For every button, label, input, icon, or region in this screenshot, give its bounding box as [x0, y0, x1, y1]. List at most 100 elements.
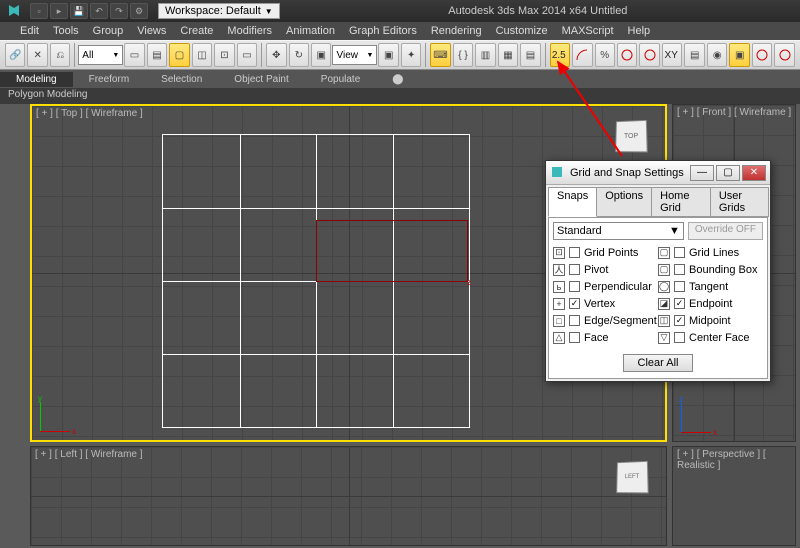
view-cube-face[interactable]: TOP	[615, 120, 648, 153]
unlink-icon[interactable]: ✕	[27, 43, 47, 67]
snap-checkbox[interactable]	[569, 298, 580, 309]
select-object-icon[interactable]: ▭	[124, 43, 144, 67]
snap-type-icon: ◯	[658, 281, 670, 293]
menu-views[interactable]: Views	[137, 25, 166, 37]
snap-checkbox[interactable]	[569, 247, 580, 258]
view-cube[interactable]: LEFT	[608, 453, 656, 501]
ribbon-toggle-icon[interactable]: ⬤	[376, 72, 419, 87]
override-button[interactable]: Override OFF	[688, 222, 763, 240]
render-frame-icon[interactable]	[774, 43, 794, 67]
snap-checkbox[interactable]	[569, 281, 580, 292]
qat-save-icon[interactable]: 💾	[70, 3, 88, 19]
view-cube[interactable]: TOP	[607, 112, 655, 160]
move-icon[interactable]: ✥	[266, 43, 286, 67]
workspace-selector[interactable]: Workspace: Default ▼	[158, 3, 280, 19]
snap-checkbox[interactable]	[674, 247, 685, 258]
layers-icon[interactable]: ▤	[520, 43, 540, 67]
edged-faces-icon[interactable]	[639, 43, 659, 67]
viewport-perspective-label[interactable]: [ + ] [ Perspective ] [ Realistic ]	[677, 449, 795, 471]
select-paint-icon[interactable]: ⊡	[214, 43, 234, 67]
snap-row-tangent: ◯Tangent	[658, 278, 763, 295]
select-name-icon[interactable]: ▤	[147, 43, 167, 67]
snap-checkbox[interactable]	[569, 332, 580, 343]
ribbon-tab-populate[interactable]: Populate	[305, 72, 376, 87]
select-rectangle-icon[interactable]: ▢	[169, 43, 189, 67]
named-selection-icon[interactable]: { }	[453, 43, 473, 67]
render-setup-icon[interactable]: ▣	[729, 43, 749, 67]
percent-snap-icon[interactable]: %	[595, 43, 615, 67]
snap-checkbox[interactable]	[674, 281, 685, 292]
manipulate-icon[interactable]: ✦	[401, 43, 421, 67]
menu-group[interactable]: Group	[93, 25, 124, 37]
qat-redo-icon[interactable]: ↷	[110, 3, 128, 19]
snap-label: Center Face	[689, 332, 750, 344]
qat-open-icon[interactable]: ▸	[50, 3, 68, 19]
dialog-title: Grid and Snap Settings	[570, 167, 684, 179]
viewport-front-label[interactable]: [ + ] [ Front ] [ Wireframe ]	[677, 107, 791, 118]
material-icon[interactable]: ◉	[707, 43, 727, 67]
render-icon[interactable]	[752, 43, 772, 67]
snap-label: Vertex	[584, 298, 615, 310]
snap-checkbox[interactable]	[674, 264, 685, 275]
menu-animation[interactable]: Animation	[286, 25, 335, 37]
menu-edit[interactable]: Edit	[20, 25, 39, 37]
rectangle-shape[interactable]: z	[316, 220, 468, 282]
mirror-icon[interactable]: ▥	[475, 43, 495, 67]
clear-all-button[interactable]: Clear All	[623, 354, 694, 372]
ref-coord-system[interactable]: View▼	[332, 45, 377, 65]
snap-checkbox[interactable]	[674, 315, 685, 326]
menu-maxscript[interactable]: MAXScript	[562, 25, 614, 37]
snap-set-dropdown[interactable]: Standard▼	[553, 222, 684, 240]
pivot-center-icon[interactable]: ▣	[378, 43, 398, 67]
spinner-snap-icon[interactable]	[617, 43, 637, 67]
menu-create[interactable]: Create	[180, 25, 213, 37]
tab-user-grids[interactable]: User Grids	[710, 187, 769, 217]
schematic-icon[interactable]: ▤	[684, 43, 704, 67]
angle-snap-icon[interactable]	[572, 43, 592, 67]
viewport-left-label[interactable]: [ + ] [ Left ] [ Wireframe ]	[35, 449, 143, 460]
menu-tools[interactable]: Tools	[53, 25, 79, 37]
minimize-button[interactable]: —	[690, 165, 714, 181]
menu-rendering[interactable]: Rendering	[431, 25, 482, 37]
snap-type-icon: +	[553, 298, 565, 310]
ribbon-tab-object-paint[interactable]: Object Paint	[218, 72, 304, 87]
window-title: Autodesk 3ds Max 2014 x64 Untitled	[448, 5, 627, 17]
select-similar-icon[interactable]: ▭	[237, 43, 257, 67]
window-crossing-icon[interactable]: ◫	[192, 43, 212, 67]
qat-link-icon[interactable]: ⚙	[130, 3, 148, 19]
keyboard-shortcut-icon[interactable]: ⌨	[430, 43, 450, 67]
tab-snaps[interactable]: Snaps	[548, 187, 597, 217]
ribbon-tab-freeform[interactable]: Freeform	[73, 72, 146, 87]
align-icon[interactable]: ▦	[498, 43, 518, 67]
scale-icon[interactable]: ▣	[311, 43, 331, 67]
maximize-button[interactable]: ▢	[716, 165, 740, 181]
ribbon-tab-modeling[interactable]: Modeling	[0, 72, 73, 87]
menu-customize[interactable]: Customize	[496, 25, 548, 37]
viewport-top-label[interactable]: [ + ] [ Top ] [ Wireframe ]	[36, 108, 143, 119]
menu-modifiers[interactable]: Modifiers	[227, 25, 272, 37]
dialog-titlebar[interactable]: Grid and Snap Settings — ▢ ✕	[546, 161, 770, 185]
snap-checkbox[interactable]	[674, 298, 685, 309]
snap-checkbox[interactable]	[674, 332, 685, 343]
qat-new-icon[interactable]: ▫	[30, 3, 48, 19]
viewport-perspective[interactable]: [ + ] [ Perspective ] [ Realistic ]	[672, 446, 796, 546]
snap-checkbox[interactable]	[569, 264, 580, 275]
ribbon-tab-selection[interactable]: Selection	[145, 72, 218, 87]
snap-toggle[interactable]: 2.5	[550, 43, 570, 67]
snap-checkbox[interactable]	[569, 315, 580, 326]
dialog-icon	[550, 165, 566, 181]
menu-help[interactable]: Help	[628, 25, 651, 37]
viewport-left[interactable]: [ + ] [ Left ] [ Wireframe ] LEFT	[30, 446, 667, 546]
rotate-icon[interactable]: ↻	[289, 43, 309, 67]
close-button[interactable]: ✕	[742, 165, 766, 181]
link-icon[interactable]: 🔗	[5, 43, 25, 67]
tab-options[interactable]: Options	[596, 187, 652, 217]
qat-undo-icon[interactable]: ↶	[90, 3, 108, 19]
bind-icon[interactable]: ⎌	[50, 43, 70, 67]
tab-home-grid[interactable]: Home Grid	[651, 187, 711, 217]
axis-constraint[interactable]: XY	[662, 43, 682, 67]
selection-filter[interactable]: All▼	[78, 45, 123, 65]
snap-row-face: △Face	[553, 329, 658, 346]
menu-graph-editors[interactable]: Graph Editors	[349, 25, 417, 37]
app-logo[interactable]	[4, 2, 24, 20]
